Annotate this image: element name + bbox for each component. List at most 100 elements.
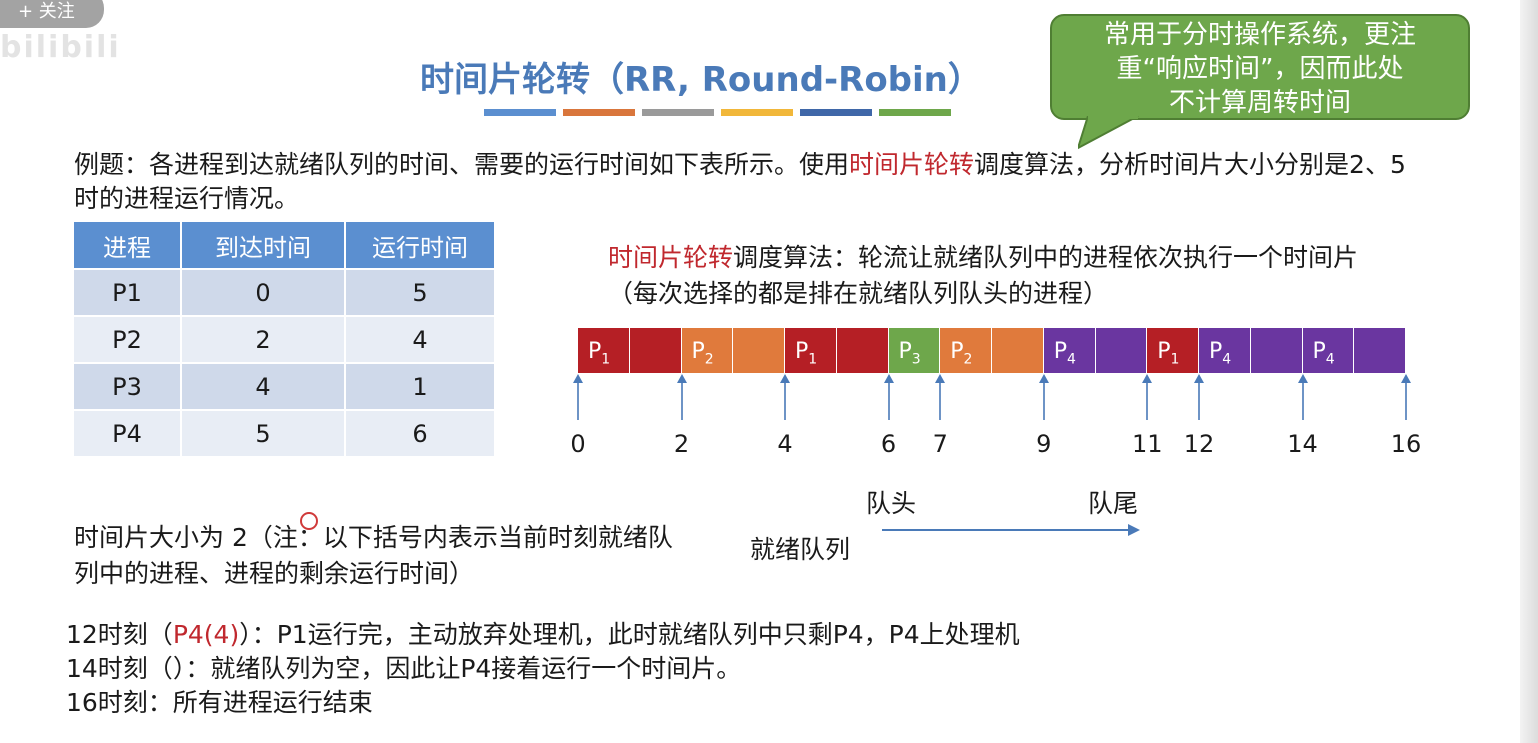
table-cell: P3 bbox=[74, 362, 182, 409]
gantt-segment bbox=[992, 328, 1044, 373]
time-arrow bbox=[676, 374, 687, 420]
title-color-bar bbox=[721, 109, 793, 116]
time-arrow bbox=[1038, 374, 1049, 420]
table-row: P1 0 5 bbox=[74, 268, 496, 315]
cursor-marker bbox=[300, 512, 318, 530]
event-line: 16时刻：所有进程运行结束 bbox=[66, 686, 1020, 720]
event-text: ）：P1运行完，主动放弃处理机，此时就绪队列中只剩P4，P4上处理机 bbox=[239, 620, 1020, 649]
title-color-bar bbox=[800, 109, 872, 116]
gantt-segment-label: P1 bbox=[1157, 339, 1180, 368]
time-tick-label: 14 bbox=[1287, 430, 1318, 458]
video-watermark: bilibili bbox=[0, 30, 121, 65]
gantt-segment: P1 bbox=[578, 328, 630, 373]
time-tick-label: 16 bbox=[1390, 430, 1422, 458]
table-cell: 2 bbox=[182, 315, 346, 362]
gantt-segment bbox=[1095, 328, 1148, 373]
time-arrow bbox=[883, 374, 894, 420]
table-cell: 5 bbox=[182, 409, 346, 456]
window-edge bbox=[1520, 0, 1538, 743]
callout-note: 常用于分时操作系统，更注 重“响应时间”，因而此处 不计算周转时间 bbox=[1050, 14, 1470, 120]
table-row: P2 2 4 bbox=[74, 315, 496, 362]
gantt-segment bbox=[733, 328, 785, 373]
time-arrow bbox=[1194, 374, 1204, 420]
gantt-segment bbox=[836, 328, 889, 373]
up-arrow-icon bbox=[935, 374, 946, 420]
up-arrow-icon bbox=[1194, 374, 1204, 420]
up-arrow-icon bbox=[1401, 374, 1411, 420]
time-arrow bbox=[935, 374, 946, 420]
table-header: 进程 bbox=[74, 222, 182, 268]
time-slice-note: 时间片大小为 2（注：以下括号内表示当前时刻就绪队列中的进程、进程的剩余运行时间… bbox=[74, 520, 684, 592]
gantt-segment: P2 bbox=[681, 328, 734, 373]
up-arrow-icon bbox=[1038, 374, 1049, 420]
table-cell: P1 bbox=[74, 268, 182, 315]
up-arrow-icon bbox=[780, 374, 790, 420]
problem-highlight: 时间片轮转 bbox=[849, 150, 975, 179]
gantt-segment bbox=[1354, 328, 1406, 373]
event-time: 14时刻（ bbox=[66, 654, 173, 683]
event-text: ）：就绪队列为空，因此让P4接着运行一个时间片。 bbox=[172, 654, 742, 683]
title-color-bar bbox=[879, 109, 951, 116]
slice-note-prefix: 时间片大小为 2（ bbox=[74, 523, 273, 552]
gantt-segment-label: P4 bbox=[1312, 339, 1335, 368]
follow-button[interactable]: + 关注 bbox=[0, 0, 104, 28]
callout-line: 重“响应时间”，因而此处 bbox=[1116, 54, 1404, 84]
table-header: 运行时间 bbox=[346, 222, 496, 268]
gantt-segment bbox=[629, 328, 682, 373]
callout-tail bbox=[1078, 116, 1139, 150]
gantt-chart: P1 P2 P1 P3 P2 P4 P1 P4 P4 bbox=[578, 328, 1406, 373]
queue-tail-label: 队尾 bbox=[1088, 489, 1139, 518]
time-tick-label: 4 bbox=[777, 430, 793, 458]
table-cell: 5 bbox=[346, 268, 496, 315]
gantt-segment: P4 bbox=[1302, 328, 1355, 373]
title-color-bar bbox=[563, 109, 635, 116]
time-arrow bbox=[1401, 374, 1411, 420]
gantt-segment: P4 bbox=[1043, 328, 1096, 373]
callout-line: 不计算周转时间 bbox=[1168, 88, 1351, 118]
page-title: 时间片轮转（RR, Round-Robin） bbox=[420, 60, 982, 100]
title-color-bar bbox=[642, 109, 714, 116]
problem-statement: 例题：各进程到达就绪队列的时间、需要的运行时间如下表所示。使用时间片轮转调度算法… bbox=[74, 148, 1414, 216]
time-tick-label: 9 bbox=[1036, 430, 1052, 458]
up-arrow-icon bbox=[676, 374, 687, 420]
queue-arrow bbox=[882, 524, 1140, 536]
gantt-segment-subscript: 1 bbox=[601, 351, 611, 368]
time-arrow bbox=[780, 374, 790, 420]
table-row: P3 4 1 bbox=[74, 362, 496, 409]
time-tick-label: 11 bbox=[1131, 430, 1163, 458]
gantt-segment-label: P1 bbox=[795, 339, 818, 368]
table-cell: P2 bbox=[74, 315, 182, 362]
time-arrow bbox=[1142, 374, 1153, 420]
gantt-segment-label: P2 bbox=[691, 339, 714, 368]
up-arrow-icon bbox=[883, 374, 894, 420]
gantt-segment-label: P3 bbox=[898, 339, 921, 368]
problem-prefix: 例题：各进程到达就绪队列的时间、需要的运行时间如下表所示。使用 bbox=[74, 150, 850, 179]
table-cell: 0 bbox=[182, 268, 346, 315]
time-tick-label: 6 bbox=[880, 430, 897, 458]
up-arrow-icon bbox=[1297, 374, 1308, 420]
time-tick-label: 7 bbox=[932, 430, 948, 458]
gantt-segment-subscript: 4 bbox=[1325, 351, 1335, 368]
event-time: 12时刻（ bbox=[66, 620, 173, 649]
time-tick-label: 2 bbox=[673, 430, 690, 458]
table-cell: 6 bbox=[346, 409, 496, 456]
event-line: 12时刻（P4(4)）：P1运行完，主动放弃处理机，此时就绪队列中只剩P4，P4… bbox=[66, 618, 1020, 652]
table-header: 到达时间 bbox=[182, 222, 346, 268]
rr-description: 时间片轮转调度算法：轮流让就绪队列中的进程依次执行一个时间片（每次选择的都是排在… bbox=[608, 240, 1408, 312]
ready-queue-label: 就绪队列 bbox=[750, 535, 851, 564]
gantt-segment-subscript: 4 bbox=[1067, 351, 1076, 368]
process-table: 进程 到达时间 运行时间 P1 0 5 P2 2 4 P3 4 1 P4 5 6 bbox=[74, 222, 496, 456]
time-tick-label: 12 bbox=[1183, 430, 1215, 458]
table-cell: 1 bbox=[346, 362, 496, 409]
up-arrow-icon bbox=[573, 374, 583, 420]
rr-highlight: 时间片轮转 bbox=[608, 243, 734, 272]
gantt-segment: P1 bbox=[785, 328, 837, 373]
event-time: 16时刻：所有进程运行结束 bbox=[66, 688, 373, 717]
gantt-segment-subscript: 1 bbox=[808, 351, 818, 368]
queue-head-label: 队头 bbox=[866, 489, 917, 518]
up-arrow-icon bbox=[1142, 374, 1153, 420]
gantt-segment-subscript: 2 bbox=[704, 351, 714, 368]
gantt-segment-label: P4 bbox=[1053, 339, 1076, 368]
event-line: 14时刻（）：就绪队列为空，因此让P4接着运行一个时间片。 bbox=[66, 652, 1020, 686]
title-color-bar bbox=[484, 109, 556, 116]
